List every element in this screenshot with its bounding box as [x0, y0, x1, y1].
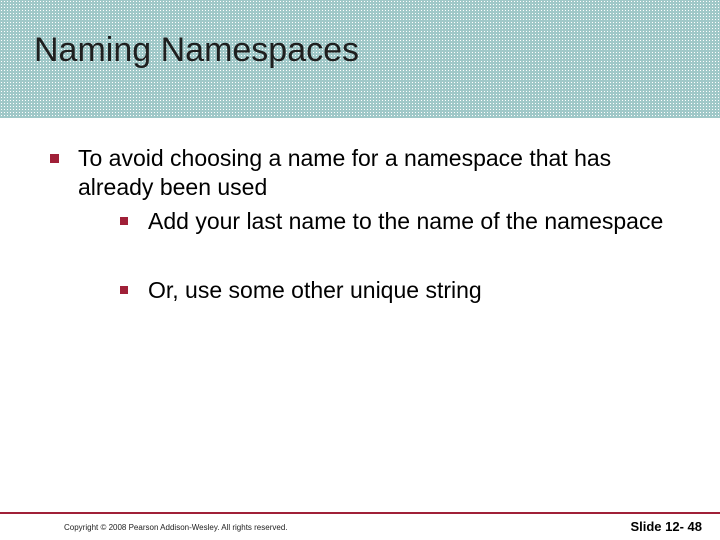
bullet-level2: Add your last name to the name of the na… [120, 207, 670, 236]
square-bullet-icon [120, 286, 128, 294]
bullet-level1: To avoid choosing a name for a namespace… [50, 144, 670, 306]
bullet-text: Or, use some other unique string [148, 277, 482, 303]
content-area: To avoid choosing a name for a namespace… [50, 144, 670, 306]
footer: Copyright © 2008 Pearson Addison-Wesley.… [0, 512, 720, 540]
slide: Naming Namespaces To avoid choosing a na… [0, 0, 720, 540]
bullet-level2: Or, use some other unique string [120, 276, 670, 305]
square-bullet-icon [120, 217, 128, 225]
title-band: Naming Namespaces [0, 0, 720, 118]
square-bullet-icon [50, 154, 59, 163]
bullet-text: To avoid choosing a name for a namespace… [78, 145, 611, 200]
slide-title: Naming Namespaces [34, 32, 359, 69]
copyright-text: Copyright © 2008 Pearson Addison-Wesley.… [64, 523, 288, 532]
footer-divider [0, 512, 720, 514]
slide-number: Slide 12- 48 [630, 519, 702, 534]
bullet-text: Add your last name to the name of the na… [148, 208, 663, 234]
sub-bullets: Add your last name to the name of the na… [78, 207, 670, 306]
